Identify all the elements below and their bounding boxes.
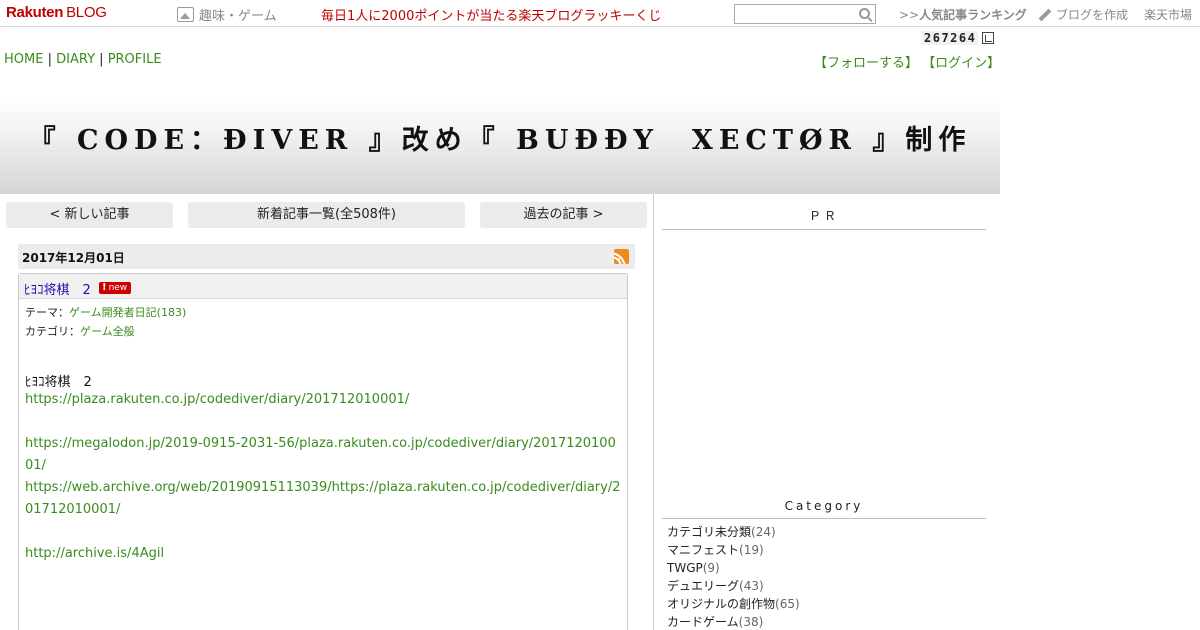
theme-label: テーマ：	[25, 306, 69, 319]
ranking-label: 人気記事ランキング	[919, 8, 1027, 22]
search-input[interactable]	[735, 5, 853, 23]
account-links: 【フォローする】 【ログイン】	[814, 52, 1000, 71]
ranking-link[interactable]: >>人気記事ランキング	[899, 6, 1027, 23]
genre-link[interactable]: 趣味・ゲーム	[177, 5, 277, 24]
counter-info-icon[interactable]	[982, 32, 995, 44]
entry-date: 2017年12月01日	[22, 251, 125, 265]
search-icon[interactable]	[859, 8, 870, 19]
login-link[interactable]: 【ログイン】	[922, 56, 1000, 71]
column-divider	[653, 194, 654, 630]
category-item[interactable]: TWGP(9)	[667, 559, 800, 577]
rakuten-blog-logo[interactable]: Rakuten BLOG	[6, 4, 107, 21]
entry-category: カテゴリ：ゲーム全般	[25, 323, 135, 339]
create-blog-link[interactable]: ブログを作成	[1038, 6, 1128, 23]
pencil-icon	[1038, 8, 1052, 21]
rss-icon[interactable]	[614, 249, 629, 264]
entry-link[interactable]: http://archive.is/4Agil	[25, 543, 621, 565]
blog-title[interactable]: 『 CODE：ÐIVER 』改め『 BUĐĐY XECTØR 』制作	[0, 118, 1000, 157]
post-list-button[interactable]: 新着記事一覧(全508件)	[188, 202, 465, 228]
alert-icon: !	[102, 282, 107, 293]
category-item[interactable]: カテゴリ未分類(24)	[667, 523, 800, 541]
category-link[interactable]: ゲーム全般	[80, 325, 135, 338]
new-badge-label: new	[108, 283, 128, 293]
search-box	[734, 4, 876, 24]
nav-separator: |	[99, 52, 104, 67]
nav-diary[interactable]: DIARY	[56, 52, 95, 67]
blog-nav: HOME | DIARY | PROFILE	[4, 52, 162, 67]
entry-body-title: ﾋﾖｺ将棋 2	[25, 375, 92, 390]
logo-brand: Rakuten	[6, 4, 64, 21]
category-item[interactable]: マニフェスト(19)	[667, 541, 800, 559]
entry-header: ﾋﾖｺ将棋 2 ! new	[19, 274, 627, 299]
new-badge: ! new	[99, 282, 132, 294]
pr-heading: ＰＲ	[662, 207, 986, 230]
category-heading: Category	[662, 499, 986, 519]
category-item[interactable]: オリジナルの創作物(65)	[667, 595, 800, 613]
access-counter: 267264	[922, 31, 995, 45]
create-blog-label: ブログを作成	[1056, 8, 1129, 22]
theme-link[interactable]: ゲーム開発者日記(183)	[69, 306, 186, 319]
date-header: 2017年12月01日	[18, 244, 635, 269]
older-post-button[interactable]: 過去の記事 >	[480, 202, 647, 228]
entry-title-link[interactable]: ﾋﾖｺ将棋 2	[24, 279, 91, 298]
lucky-lottery-link[interactable]: 毎日1人に2000ポイントが当たる楽天ブログラッキーくじ	[321, 5, 661, 24]
nav-separator: |	[47, 52, 52, 67]
entry-link[interactable]: https://plaza.rakuten.co.jp/codediver/di…	[25, 389, 621, 411]
image-icon	[177, 7, 194, 22]
top-bar: Rakuten BLOG 趣味・ゲーム 毎日1人に2000ポイントが当たる楽天ブロ…	[0, 0, 1200, 27]
counter-value: 267264	[922, 31, 979, 45]
entry-theme: テーマ：ゲーム開発者日記(183)	[25, 304, 186, 320]
category-item[interactable]: カードゲーム(38)	[667, 613, 800, 630]
ranking-prefix: >>	[899, 8, 920, 22]
rakuten-market-link[interactable]: 楽天市場	[1144, 6, 1192, 23]
category-item[interactable]: デュエリーグ(43)	[667, 577, 800, 595]
nav-profile[interactable]: PROFILE	[108, 52, 162, 67]
entry-link[interactable]: https://megalodon.jp/2019-0915-2031-56/p…	[25, 433, 621, 477]
blog-header-banner: 『 CODE：ÐIVER 』改め『 BUĐĐY XECTØR 』制作	[0, 74, 1000, 194]
blog-entry: ﾋﾖｺ将棋 2 ! new テーマ：ゲーム開発者日記(183) カテゴリ：ゲーム…	[18, 273, 628, 630]
newer-post-button[interactable]: < 新しい記事	[6, 202, 173, 228]
entry-link[interactable]: https://web.archive.org/web/201909151130…	[25, 477, 621, 521]
genre-label: 趣味・ゲーム	[199, 9, 277, 24]
follow-link[interactable]: 【フォローする】	[814, 56, 918, 71]
category-list: カテゴリ未分類(24) マニフェスト(19) TWGP(9) デュエリーグ(43…	[667, 523, 800, 630]
logo-blog: BLOG	[66, 4, 107, 21]
category-label: カテゴリ：	[25, 325, 80, 338]
nav-home[interactable]: HOME	[4, 52, 43, 67]
